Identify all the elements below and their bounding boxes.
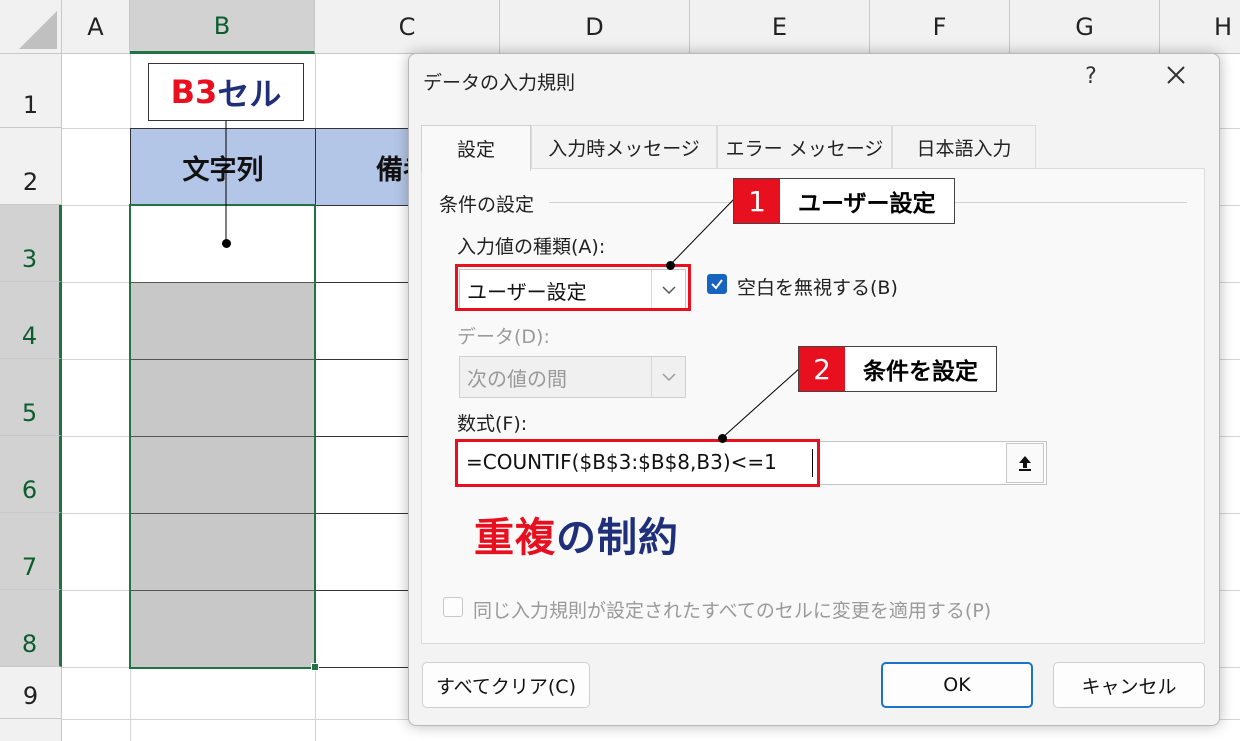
caption-duplicate: 重複 — [474, 515, 556, 561]
annotation-leader-lines — [669, 196, 801, 439]
step2-text: 条件を設定 — [863, 359, 978, 385]
step1-callout: 1 ユーザー設定 — [733, 178, 955, 224]
step2-number: 2 — [799, 347, 845, 391]
step2-callout: 2 条件を設定 — [798, 346, 997, 392]
step1-text: ユーザー設定 — [798, 191, 936, 217]
tab-settings[interactable]: 設定 — [421, 125, 531, 171]
step2-pointer-dot — [718, 434, 727, 443]
constraint-caption: 重複の制約 — [474, 505, 679, 563]
caption-constraint: の制約 — [556, 515, 679, 561]
step1-pointer-dot — [666, 261, 675, 270]
step1-number: 1 — [734, 179, 780, 223]
